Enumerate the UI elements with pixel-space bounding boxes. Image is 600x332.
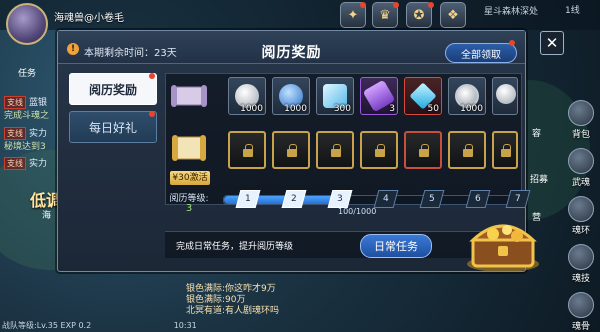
chat-message: 银色满际:90万 [186,295,246,305]
quest-text: 蓝银 [29,98,48,108]
quest-text: 实力 [29,159,48,169]
level-node: 1 [235,190,261,208]
bag-label: 背包 [571,130,590,140]
level-node: 6 [465,190,491,208]
bag-button[interactable]: 背包 [568,100,594,140]
reward-quantity: 3 [389,104,395,114]
claim-all-button[interactable]: 全部领取 [445,43,517,63]
treasure-chest-icon[interactable] [463,212,543,274]
level-node: 2 [281,190,307,208]
soul-ring-button[interactable]: 魂环 [568,196,594,236]
activate-price-badge[interactable]: ¥30激活 [170,171,210,185]
reward-quantity: 50 [427,104,439,114]
reward-quantity: 1000 [240,104,263,114]
soul-skill-button[interactable]: 魂技 [568,244,594,284]
locked-reward[interactable] [316,131,354,169]
server-line[interactable]: 1线 [565,3,580,16]
locked-reward[interactable] [492,131,518,169]
level-node: 5 [419,190,445,208]
quest-text: 秘境达到3 [4,142,46,152]
locked-reward[interactable] [228,131,266,169]
soul-skill-label: 魂技 [571,274,590,284]
lock-icon [331,144,341,157]
level-node-current: 3 [327,190,353,208]
soul-ring-icon [568,196,594,222]
martial-soul-icon [568,148,594,174]
chat-message: 北冥有道:有人剧魂环吗 [186,306,280,316]
experience-rewards-dialog: ! 本期剩余时间：23天 阅历奖励 全部领取 阅历奖励 每日好礼 1000 10… [57,30,531,272]
quest-text: 实力 [29,129,48,139]
close-button[interactable]: ✕ [540,31,564,55]
notification-dot [149,73,155,79]
exp-readout: EXP 0.2 [60,321,92,330]
quest-tag: 支线 [4,157,26,170]
player-avatar[interactable] [6,3,48,45]
premium-track-scroll-icon [172,135,206,161]
quest-entry[interactable]: 支线 实力 [4,156,47,170]
quest-entry[interactable]: 秘境达到3 [4,139,46,152]
location-name: 星斗森林深处 [484,7,539,17]
level-progress-track: 1 2 3 4 5 6 7 [223,190,531,208]
player-name: 海魂兽@小卷毛 [54,13,124,24]
progress-text: 100/1000 [338,207,377,216]
notification-dot [509,40,515,46]
lock-icon [463,144,473,157]
soul-skill-icon [568,244,594,270]
soul-bone-label: 魂骨 [571,322,590,332]
reward-blue-rune[interactable]: 1000 [272,77,310,115]
coin-pile-icon [496,84,516,104]
reward-silver-coin[interactable]: 1000 [228,77,266,115]
daily-task-button[interactable]: 日常任务 [360,234,432,258]
martial-soul-label: 武魂 [571,178,590,188]
quest-entry[interactable]: 支线 实力 [4,126,47,140]
guild-sublabel: 海 [42,211,52,221]
quest-text: 完成斗魂之 [4,111,50,121]
lock-icon [501,144,511,157]
chat-message: 银色满际:你这咋才9万 [186,284,276,294]
free-track-scroll-icon [171,85,207,107]
quest-entry[interactable]: 支线 蓝银 [4,95,47,109]
reward-diamond[interactable]: 50 [404,77,442,115]
notification-dot [149,111,155,117]
partial-label: 容 [532,129,542,139]
soul-bone-icon [568,292,594,318]
gift-icon[interactable]: ❖ [440,2,466,28]
notification-dot [393,2,399,8]
reward-silver-medal[interactable]: 1000 [448,77,486,115]
notification-dot [360,2,366,8]
status-bar: 战队等级:Lv.35 EXP 0.2 10:31 [2,320,197,331]
lock-icon [375,144,385,157]
lock-icon [287,144,297,157]
team-level: 战队等级:Lv.35 [2,321,58,330]
martial-soul-button[interactable]: 武魂 [568,148,594,188]
quest-entry[interactable]: 完成斗魂之 [4,108,49,121]
lock-icon [243,144,253,157]
soul-ring-label: 魂环 [571,226,590,236]
reward-quantity: 1000 [460,104,483,114]
reward-purple-scroll[interactable]: 3 [360,77,398,115]
soul-bone-button[interactable]: 魂骨 [568,292,594,332]
reward-coin-pile[interactable] [492,77,518,115]
reward-crystal-pile[interactable]: 300 [316,77,354,115]
chat-box[interactable]: 银色满际:你这咋才9万 银色满际:90万 北冥有道:有人剧魂环吗 [186,284,412,317]
clock-time: 10:31 [173,321,197,330]
notification-dot [428,2,434,8]
tab-daily-gifts[interactable]: 每日好礼 [69,111,157,143]
level-value: 3 [185,203,193,214]
tab-experience-rewards[interactable]: 阅历奖励 [69,73,157,105]
reward-quantity: 1000 [284,104,307,114]
locked-reward[interactable] [404,131,442,169]
task-hint: 完成日常任务，提升阅历等级 [176,242,294,252]
locked-reward[interactable] [360,131,398,169]
locked-reward[interactable] [272,131,310,169]
level-node: 4 [373,190,399,208]
bag-icon [568,100,594,126]
partial-label: 招募 [530,175,549,185]
reward-quantity: 300 [333,104,351,114]
locked-reward[interactable] [448,131,486,169]
lock-icon [419,144,429,157]
